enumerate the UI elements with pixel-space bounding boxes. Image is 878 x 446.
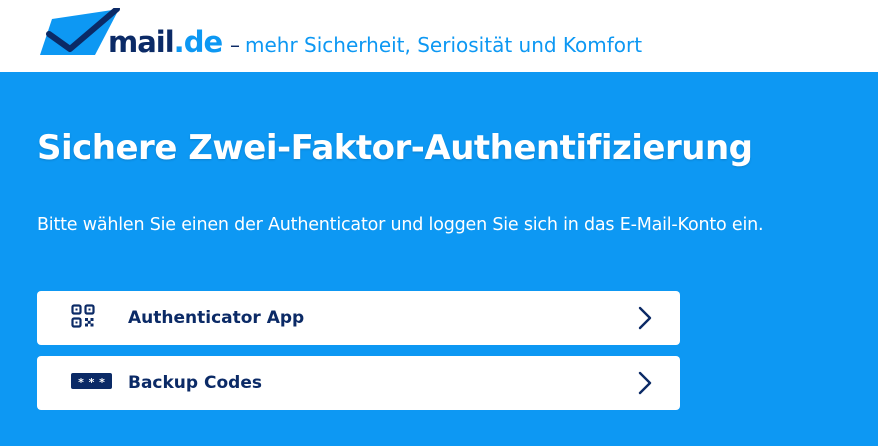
logo-text: mail.de (108, 25, 223, 59)
qr-code-icon (71, 304, 95, 332)
chevron-right-icon (638, 306, 652, 334)
svg-text:*: * (89, 376, 95, 389)
svg-text:*: * (78, 376, 84, 389)
header-bar: mail.de – mehr Sicherheit, Seriosität und… (0, 0, 878, 72)
backup-codes-option[interactable]: * * * Backup Codes (37, 356, 680, 410)
page-subtitle: Bitte wählen Sie einen der Authenticator… (37, 215, 764, 235)
page-title: Sichere Zwei-Faktor-Authentifizierung (37, 128, 753, 168)
authenticator-app-option[interactable]: Authenticator App (37, 291, 680, 345)
authenticator-app-label: Authenticator App (128, 308, 305, 328)
tagline: – mehr Sicherheit, Seriosität und Komfort (230, 30, 642, 60)
mail-de-logo[interactable]: mail.de (40, 8, 225, 60)
tagline-dash: – (230, 33, 240, 57)
svg-text:*: * (99, 376, 105, 389)
chevron-right-icon (638, 371, 652, 399)
password-dots-icon: * * * (71, 373, 112, 393)
tagline-text: mehr Sicherheit, Seriosität und Komfort (245, 33, 643, 57)
backup-codes-label: Backup Codes (128, 373, 262, 393)
